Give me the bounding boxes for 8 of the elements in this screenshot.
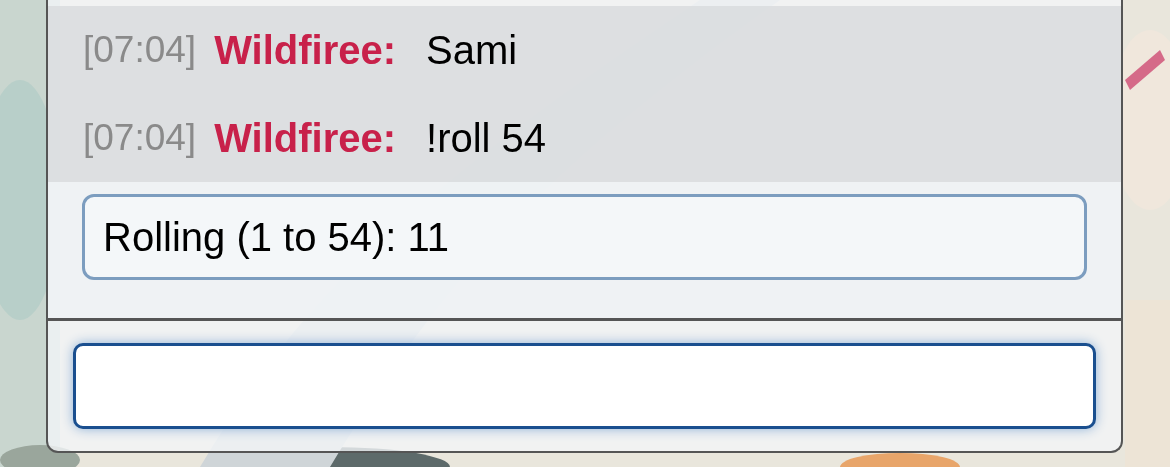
timestamp: [07:04]: [83, 116, 197, 161]
timestamp: [07:04]: [83, 28, 197, 73]
message-text: Sami: [426, 27, 518, 74]
chat-input[interactable]: [73, 343, 1096, 429]
username[interactable]: Wildfiree:: [214, 108, 397, 168]
message-text: !roll 54: [426, 115, 547, 162]
username[interactable]: Wildfiree:: [214, 20, 397, 80]
roll-result: Rolling (1 to 54): 11: [82, 194, 1087, 280]
